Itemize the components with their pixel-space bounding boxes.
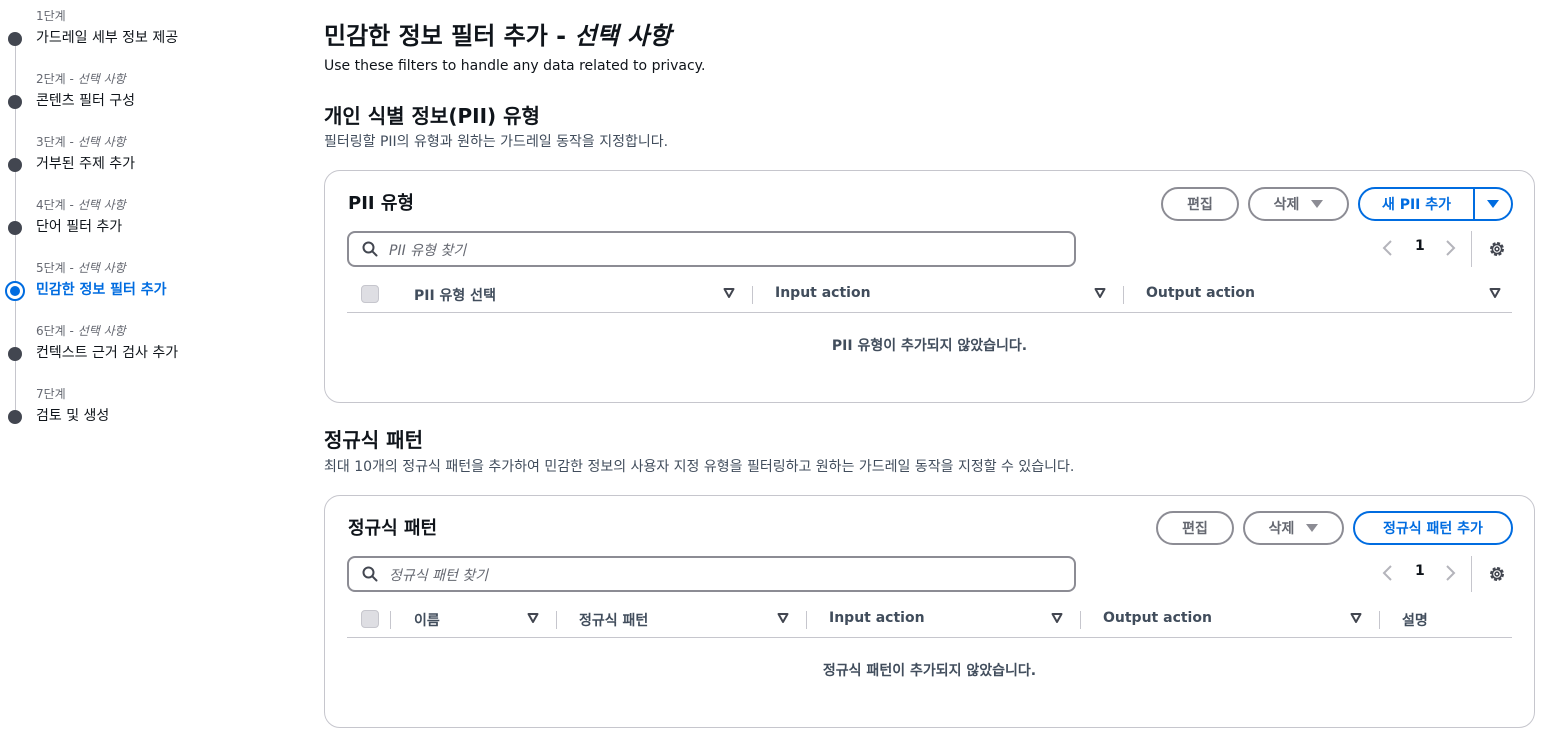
- gear-icon[interactable]: [1487, 564, 1507, 584]
- select-all-checkbox[interactable]: [361, 610, 379, 628]
- step-title[interactable]: 콘텐츠 필터 구성: [36, 90, 135, 110]
- sort-icon[interactable]: [527, 612, 539, 624]
- pagination: 1: [1375, 556, 1515, 592]
- step-title[interactable]: 가드레일 세부 정보 제공: [36, 27, 178, 47]
- step-number: 7단계: [36, 387, 66, 401]
- page-number[interactable]: 1: [1415, 238, 1425, 254]
- add-regex-pattern-button[interactable]: 정규식 패턴 추가: [1353, 511, 1513, 545]
- sort-icon[interactable]: [1051, 612, 1063, 624]
- column-header-description[interactable]: 설명: [1402, 610, 1428, 630]
- step-6: 6단계 - 선택 사항 컨텍스트 근거 검사 추가: [0, 315, 280, 365]
- search-placeholder: 정규식 패턴 찾기: [389, 568, 489, 584]
- regex-search-input[interactable]: 정규식 패턴 찾기: [347, 556, 1076, 592]
- step-dot-icon: [8, 221, 22, 235]
- column-header-output-action[interactable]: Output action: [1103, 610, 1212, 626]
- select-all-checkbox[interactable]: [361, 285, 379, 303]
- add-pii-dropdown-button[interactable]: [1475, 189, 1511, 219]
- column-divider: [752, 286, 753, 304]
- edit-button[interactable]: 편집: [1161, 187, 1239, 221]
- caret-down-icon: [1311, 200, 1324, 208]
- sort-icon[interactable]: [1094, 287, 1106, 299]
- column-divider: [1080, 611, 1081, 629]
- column-header-name[interactable]: 이름: [414, 610, 440, 630]
- caret-down-icon: [1487, 200, 1499, 208]
- step-number: 3단계 - 선택 사항: [36, 135, 126, 149]
- page-title: 민감한 정보 필터 추가 - 선택 사항: [324, 22, 672, 50]
- caret-down-icon: [1306, 524, 1319, 532]
- step-number: 1단계: [36, 9, 66, 23]
- page-number[interactable]: 1: [1415, 563, 1425, 579]
- step-title: 민감한 정보 필터 추가: [36, 282, 167, 298]
- sort-icon[interactable]: [1489, 287, 1501, 299]
- page-description: Use these filters to handle any data rel…: [324, 58, 706, 74]
- column-divider: [1123, 286, 1124, 304]
- search-icon: [362, 566, 378, 582]
- step-number: 6단계 - 선택 사항: [36, 324, 126, 338]
- column-header-input-action[interactable]: Input action: [829, 610, 925, 626]
- column-header-regex-pattern[interactable]: 정규식 패턴: [579, 610, 648, 630]
- empty-state-text: PII 유형이 추가되지 않았습니다.: [831, 338, 1028, 354]
- sort-icon[interactable]: [1350, 612, 1362, 624]
- pii-table-header: PII 유형 선택 Input action Output action: [347, 275, 1512, 313]
- step-dot-icon: [8, 32, 22, 46]
- pii-section-title: 개인 식별 정보(PII) 유형: [324, 104, 540, 128]
- step-number: 5단계 - 선택 사항: [36, 261, 126, 275]
- column-divider: [1379, 611, 1380, 629]
- search-placeholder: PII 유형 찾기: [389, 243, 467, 259]
- step-dot-icon: [8, 410, 22, 424]
- step-dot-icon: [8, 158, 22, 172]
- empty-state-text: 정규식 패턴이 추가되지 않았습니다.: [822, 663, 1037, 679]
- column-header-input-action[interactable]: Input action: [775, 285, 871, 301]
- column-header-output-action[interactable]: Output action: [1146, 285, 1255, 301]
- pager-divider: [1471, 231, 1472, 267]
- add-pii-button[interactable]: 새 PII 추가: [1360, 189, 1475, 219]
- step-number: 2단계 - 선택 사항: [36, 72, 126, 86]
- step-dot-icon: [8, 95, 22, 109]
- edit-button[interactable]: 편집: [1156, 511, 1234, 545]
- step-7: 7단계 검토 및 생성: [0, 378, 280, 428]
- column-divider: [390, 611, 391, 629]
- regex-table-header: 이름 정규식 패턴 Input action Output action 설명: [347, 600, 1512, 638]
- pagination: 1: [1375, 231, 1515, 267]
- column-divider: [556, 611, 557, 629]
- chevron-left-icon[interactable]: [1380, 564, 1396, 582]
- panel-title: 정규식 패턴: [348, 518, 438, 539]
- add-pii-split-button: 새 PII 추가: [1358, 187, 1513, 221]
- pager-divider: [1471, 556, 1472, 592]
- step-2[interactable]: 2단계 - 선택 사항 콘텐츠 필터 구성: [0, 63, 280, 113]
- regex-patterns-panel: 정규식 패턴 편집 삭제 정규식 패턴 추가 정규식 패턴 찾기 1 이름 정규…: [324, 495, 1535, 728]
- step-4[interactable]: 4단계 - 선택 사항 단어 필터 추가: [0, 189, 280, 239]
- chevron-right-icon[interactable]: [1442, 239, 1458, 257]
- search-icon: [362, 241, 378, 257]
- step-current-icon: [5, 281, 25, 301]
- sort-icon[interactable]: [777, 612, 789, 624]
- step-1[interactable]: 1단계 가드레일 세부 정보 제공: [0, 0, 280, 50]
- step-title[interactable]: 단어 필터 추가: [36, 216, 122, 236]
- chevron-right-icon[interactable]: [1442, 564, 1458, 582]
- chevron-left-icon[interactable]: [1380, 239, 1396, 257]
- step-number: 4단계 - 선택 사항: [36, 198, 126, 212]
- regex-section-description: 최대 10개의 정규식 패턴을 추가하여 민감한 정보의 사용자 지정 유형을 …: [324, 459, 1075, 475]
- step-title[interactable]: 거부된 주제 추가: [36, 153, 135, 173]
- pii-types-panel: PII 유형 편집 삭제 새 PII 추가 PII 유형 찾기 1 PII 유형…: [324, 170, 1535, 403]
- panel-title: PII 유형: [348, 193, 414, 214]
- step-title: 컨텍스트 근거 검사 추가: [36, 345, 179, 361]
- step-3[interactable]: 3단계 - 선택 사항 거부된 주제 추가: [0, 126, 280, 176]
- step-dot-icon: [8, 347, 22, 361]
- sort-icon[interactable]: [723, 287, 735, 299]
- delete-dropdown-button[interactable]: 삭제: [1243, 511, 1344, 545]
- step-title: 검토 및 생성: [36, 408, 110, 424]
- regex-section-title: 정규식 패턴: [324, 428, 423, 452]
- wizard-steps-nav: 1단계 가드레일 세부 정보 제공 2단계 - 선택 사항 콘텐츠 필터 구성 …: [0, 0, 280, 735]
- gear-icon[interactable]: [1487, 239, 1507, 259]
- step-5-current: 5단계 - 선택 사항 민감한 정보 필터 추가: [0, 252, 280, 302]
- column-divider: [806, 611, 807, 629]
- pii-search-input[interactable]: PII 유형 찾기: [347, 231, 1076, 267]
- column-header-pii-type[interactable]: PII 유형 선택: [414, 285, 496, 305]
- delete-dropdown-button[interactable]: 삭제: [1248, 187, 1349, 221]
- pii-section-description: 필터링할 PII의 유형과 원하는 가드레일 동작을 지정합니다.: [324, 134, 669, 150]
